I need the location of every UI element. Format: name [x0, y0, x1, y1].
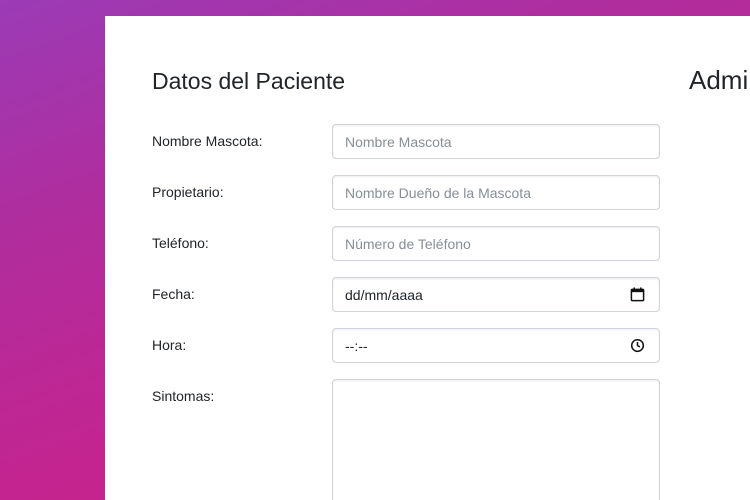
hora-label: Hora:	[152, 337, 187, 353]
row-nombre-mascota: Nombre Mascota: Nombre Mascota	[152, 124, 660, 159]
sintomas-textarea[interactable]	[332, 379, 660, 500]
nombre-mascota-label: Nombre Mascota:	[152, 133, 263, 149]
telefono-input[interactable]: Número de Teléfono	[332, 226, 660, 261]
form-title: Datos del Paciente	[152, 68, 346, 94]
propietario-placeholder: Nombre Dueño de la Mascota	[345, 185, 531, 201]
fecha-label: Fecha:	[152, 286, 195, 302]
clock-icon[interactable]	[630, 338, 645, 353]
row-hora: Hora: --:--	[152, 328, 660, 363]
admin-title: Admi	[689, 65, 749, 95]
row-fecha: Fecha: dd/mm/aaaa	[152, 277, 660, 312]
hora-input[interactable]: --:--	[332, 328, 660, 363]
fecha-input[interactable]: dd/mm/aaaa	[332, 277, 660, 312]
nombre-mascota-input[interactable]: Nombre Mascota	[332, 124, 660, 159]
row-telefono: Teléfono: Número de Teléfono	[152, 226, 660, 261]
nombre-mascota-placeholder: Nombre Mascota	[345, 134, 452, 150]
propietario-label: Propietario:	[152, 184, 224, 200]
propietario-input[interactable]: Nombre Dueño de la Mascota	[332, 175, 660, 210]
row-sintomas: Sintomas:	[152, 379, 660, 500]
row-propietario: Propietario: Nombre Dueño de la Mascota	[152, 175, 660, 210]
telefono-label: Teléfono:	[152, 235, 209, 251]
calendar-icon[interactable]	[630, 287, 645, 302]
main-panel: Datos del Paciente Admi Nombre Mascota: …	[105, 16, 750, 500]
fecha-value: dd/mm/aaaa	[345, 287, 423, 303]
sintomas-label: Sintomas:	[152, 388, 215, 404]
telefono-placeholder: Número de Teléfono	[345, 236, 471, 252]
hora-value: --:--	[345, 338, 368, 354]
